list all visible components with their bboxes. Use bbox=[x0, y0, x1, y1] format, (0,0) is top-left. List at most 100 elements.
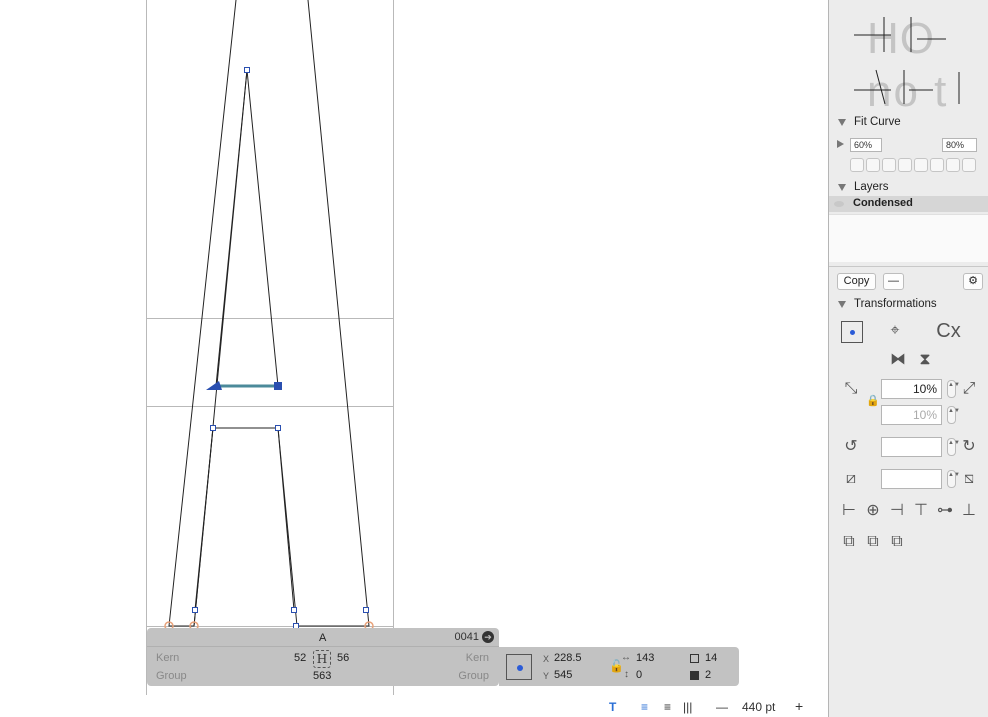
zoom-in-button[interactable]: + bbox=[795, 698, 803, 714]
selected-start-node[interactable] bbox=[206, 381, 222, 390]
rotate-cw-icon[interactable]: ↻ bbox=[957, 436, 981, 458]
outline-count: 14 bbox=[705, 652, 718, 664]
x-value[interactable]: 228.5 bbox=[554, 652, 582, 664]
disclosure-triangle-icon[interactable] bbox=[838, 184, 846, 191]
node[interactable] bbox=[192, 607, 198, 613]
contour-segment bbox=[194, 427, 214, 611]
filled-square-icon bbox=[690, 671, 699, 680]
rotate-ccw-icon[interactable]: ↺ bbox=[839, 436, 863, 458]
node[interactable] bbox=[210, 425, 216, 431]
layer-item[interactable]: Condensed bbox=[829, 196, 988, 212]
glyph-preview: HO no t bbox=[849, 12, 979, 116]
transformations-header[interactable]: Transformations bbox=[829, 297, 988, 313]
fit-curve-title: Fit Curve bbox=[854, 116, 901, 128]
transform-origin-icon[interactable] bbox=[506, 654, 532, 680]
kern-left-value[interactable]: 52 bbox=[294, 652, 306, 664]
preview-metrics-overlay bbox=[854, 17, 960, 105]
fit-curve-preset-button[interactable] bbox=[882, 158, 896, 172]
height-value[interactable]: 0 bbox=[636, 669, 642, 681]
metrics-cx-icon[interactable]: Cx bbox=[921, 320, 976, 342]
scale-stepper[interactable]: ▲▼ bbox=[947, 380, 960, 398]
layers-title: Layers bbox=[854, 181, 889, 193]
remove-button[interactable]: — bbox=[883, 273, 904, 290]
fit-curve-preset-button[interactable] bbox=[962, 158, 976, 172]
bottom-toolbar: T ≡ ≡ ||| — 440 pt + bbox=[0, 698, 828, 717]
contour-segment bbox=[277, 427, 295, 611]
arrow-right-icon[interactable]: ➔ bbox=[482, 631, 494, 643]
fit-curve-max-input[interactable]: 80% bbox=[942, 138, 977, 152]
fit-curve-preset-button[interactable] bbox=[914, 158, 928, 172]
align-center-horizontal-icon[interactable]: ⊕ bbox=[861, 500, 885, 522]
align-right-icon[interactable]: ≡ bbox=[664, 700, 671, 714]
gear-icon[interactable]: ⚙ bbox=[963, 273, 983, 290]
scale-up-icon[interactable]: ⤢ bbox=[957, 378, 981, 400]
subtract-icon[interactable]: ⧉ bbox=[861, 531, 885, 553]
glyph-width-value[interactable]: 563 bbox=[313, 670, 331, 682]
align-left-edge-icon[interactable]: ⊢ bbox=[837, 500, 861, 522]
y-value[interactable]: 545 bbox=[554, 669, 572, 681]
outline-square-icon bbox=[690, 654, 699, 663]
fit-curve-preset-button[interactable] bbox=[946, 158, 960, 172]
outer-contour-right bbox=[297, 0, 370, 627]
align-top-edge-icon[interactable]: ⊤ bbox=[909, 500, 933, 522]
flip-horizontal-icon[interactable]: ⧓ bbox=[886, 349, 910, 371]
disclosure-triangle-icon[interactable] bbox=[838, 119, 846, 126]
scale-down-icon[interactable]: ⤡ bbox=[839, 378, 863, 400]
layers-header[interactable]: Layers bbox=[829, 180, 988, 196]
play-icon[interactable] bbox=[837, 140, 844, 148]
fit-curve-min-input[interactable]: 60% bbox=[850, 138, 882, 152]
width-arrows-icon: ↔ bbox=[621, 652, 631, 663]
text-tool-icon[interactable]: T bbox=[609, 700, 616, 714]
unicode-value[interactable]: 0041 bbox=[455, 631, 479, 643]
align-left-icon[interactable]: ≡ bbox=[641, 700, 648, 714]
intersect-icon[interactable]: ⧉ bbox=[885, 531, 909, 553]
width-value[interactable]: 143 bbox=[636, 652, 654, 664]
glyph-edit-canvas[interactable]: A 0041 ➔ Kern 52 H 56 Kern Group 563 Gro… bbox=[0, 0, 828, 717]
justify-icon[interactable]: ||| bbox=[683, 700, 692, 714]
fit-curve-preset-button[interactable] bbox=[898, 158, 912, 172]
selection-info-panel: X 228.5 Y 545 🔓 ↔ 143 ↕ 0 14 2 bbox=[499, 647, 739, 686]
scale-vertical-input[interactable]: 10% bbox=[881, 405, 942, 425]
zoom-value[interactable]: 440 pt bbox=[742, 700, 775, 714]
height-arrows-icon: ↕ bbox=[624, 669, 629, 680]
align-center-vertical-icon[interactable]: ⊶ bbox=[933, 500, 957, 522]
transform-origin-selector[interactable] bbox=[841, 321, 863, 343]
slant-left-icon[interactable]: ⧄ bbox=[839, 468, 863, 490]
node[interactable] bbox=[291, 607, 297, 613]
slant-input[interactable] bbox=[881, 469, 942, 489]
align-bottom-edge-icon[interactable]: ⊥ bbox=[957, 500, 981, 522]
slant-right-icon[interactable]: ⧅ bbox=[957, 468, 981, 490]
glyph-name: A bbox=[319, 632, 327, 644]
slant-stepper[interactable]: ▲▼ bbox=[947, 470, 960, 488]
disclosure-triangle-icon[interactable] bbox=[838, 301, 846, 308]
kern-label-right: Kern bbox=[465, 652, 489, 664]
crossbar-contour bbox=[193, 427, 298, 627]
glyph-outline[interactable] bbox=[0, 0, 828, 700]
node[interactable] bbox=[244, 67, 250, 73]
crosshair-icon[interactable]: ⌖ bbox=[883, 320, 907, 342]
rotate-input[interactable] bbox=[881, 437, 942, 457]
eye-icon[interactable] bbox=[834, 201, 844, 207]
align-right-edge-icon[interactable]: ⊣ bbox=[885, 500, 909, 522]
divider bbox=[829, 266, 988, 267]
inspector-sidebar: HO no t Fit Curve 60% 80% Layers Condens… bbox=[828, 0, 988, 717]
flip-vertical-icon[interactable]: ⧗ bbox=[913, 349, 937, 371]
fit-curve-preset-button[interactable] bbox=[930, 158, 944, 172]
union-icon[interactable]: ⧉ bbox=[837, 531, 861, 553]
rotate-stepper[interactable]: ▲▼ bbox=[947, 438, 960, 456]
layer-name: Condensed bbox=[853, 197, 913, 209]
fit-curve-header[interactable]: Fit Curve bbox=[829, 115, 988, 131]
y-label: Y bbox=[543, 671, 550, 681]
copy-button[interactable]: Copy bbox=[837, 273, 876, 290]
scale-input[interactable]: 10% bbox=[881, 379, 942, 399]
x-label: X bbox=[543, 654, 550, 664]
node[interactable] bbox=[363, 607, 369, 613]
kern-right-value[interactable]: 56 bbox=[337, 652, 349, 664]
node[interactable] bbox=[275, 425, 281, 431]
selected-node[interactable] bbox=[274, 382, 282, 390]
scale-vertical-stepper[interactable]: ▲▼ bbox=[947, 406, 960, 424]
fit-curve-preset-button[interactable] bbox=[866, 158, 880, 172]
fit-curve-preset-button[interactable] bbox=[850, 158, 864, 172]
kern-lock-icon[interactable]: H bbox=[313, 650, 331, 668]
zoom-out-button[interactable]: — bbox=[716, 700, 728, 714]
